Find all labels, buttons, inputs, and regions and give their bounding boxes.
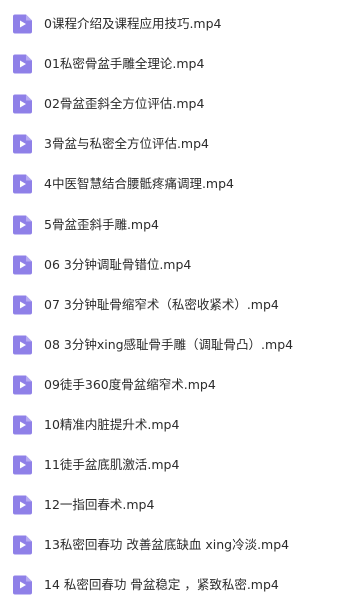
- list-item[interactable]: 14 私密回春功 骨盆稳定 ，紧致私密.mp4: [0, 565, 351, 605]
- list-item[interactable]: 06 3分钟调耻骨错位.mp4: [0, 245, 351, 285]
- list-item[interactable]: 08 3分钟xing感耻骨手雕（调耻骨凸）.mp4: [0, 325, 351, 365]
- video-file-icon: [13, 295, 32, 315]
- video-file-icon: [13, 54, 32, 74]
- file-name: 12一指回春术.mp4: [44, 497, 155, 513]
- video-file-icon: [13, 575, 32, 595]
- file-name: 06 3分钟调耻骨错位.mp4: [44, 256, 192, 272]
- file-name: 5骨盆歪斜手雕.mp4: [44, 216, 159, 232]
- video-file-icon: [13, 495, 32, 515]
- file-name: 02骨盆歪斜全方位评估.mp4: [44, 96, 205, 112]
- file-name: 14 私密回春功 骨盆稳定 ，紧致私密.mp4: [44, 577, 279, 593]
- file-name: 10精准内脏提升术.mp4: [44, 416, 180, 432]
- video-file-icon: [13, 94, 32, 114]
- list-item[interactable]: 4中医智慧结合腰骶疼痛调理.mp4: [0, 164, 351, 204]
- video-file-icon: [13, 174, 32, 194]
- video-file-icon: [13, 14, 32, 34]
- list-item[interactable]: 10精准内脏提升术.mp4: [0, 405, 351, 445]
- video-file-icon: [13, 375, 32, 395]
- list-item[interactable]: 13私密回春功 改善盆底缺血 xing冷淡.mp4: [0, 525, 351, 565]
- list-item[interactable]: 11徒手盆底肌激活.mp4: [0, 445, 351, 485]
- file-name: 3骨盆与私密全方位评估.mp4: [44, 136, 209, 152]
- video-file-icon: [13, 335, 32, 355]
- file-name: 0课程介绍及课程应用技巧.mp4: [44, 16, 222, 32]
- file-name: 4中医智慧结合腰骶疼痛调理.mp4: [44, 176, 234, 192]
- file-name: 07 3分钟耻骨缩窄术（私密收紧术）.mp4: [44, 296, 279, 312]
- video-file-icon: [13, 134, 32, 154]
- list-item[interactable]: 02骨盆歪斜全方位评估.mp4: [0, 84, 351, 124]
- file-name: 13私密回春功 改善盆底缺血 xing冷淡.mp4: [44, 537, 290, 553]
- list-item[interactable]: 12一指回春术.mp4: [0, 485, 351, 525]
- video-file-icon: [13, 255, 32, 275]
- list-item[interactable]: 01私密骨盆手雕全理论.mp4: [0, 44, 351, 84]
- file-name: 08 3分钟xing感耻骨手雕（调耻骨凸）.mp4: [44, 336, 294, 352]
- video-file-icon: [13, 215, 32, 235]
- video-file-icon: [13, 455, 32, 475]
- file-name: 09徒手360度骨盆缩窄术.mp4: [44, 376, 216, 392]
- list-item[interactable]: 0课程介绍及课程应用技巧.mp4: [0, 4, 351, 44]
- list-item[interactable]: 07 3分钟耻骨缩窄术（私密收紧术）.mp4: [0, 285, 351, 325]
- list-item[interactable]: 3骨盆与私密全方位评估.mp4: [0, 124, 351, 164]
- video-file-icon: [13, 535, 32, 555]
- list-item[interactable]: 5骨盆歪斜手雕.mp4: [0, 204, 351, 244]
- file-name: 01私密骨盆手雕全理论.mp4: [44, 56, 205, 72]
- file-list: 0课程介绍及课程应用技巧.mp4 01私密骨盆手雕全理论.mp4 02骨盆歪斜全…: [0, 4, 351, 605]
- file-name: 11徒手盆底肌激活.mp4: [44, 457, 180, 473]
- list-item[interactable]: 09徒手360度骨盆缩窄术.mp4: [0, 365, 351, 405]
- video-file-icon: [13, 415, 32, 435]
